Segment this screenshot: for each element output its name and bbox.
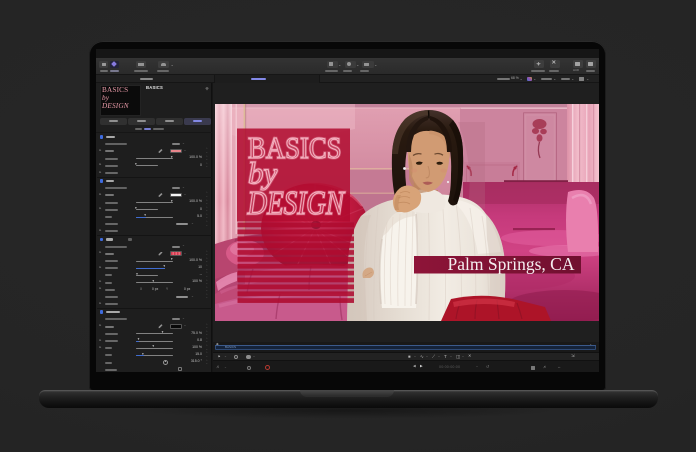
svg-text:Palm Springs, CA: Palm Springs, CA <box>448 254 575 274</box>
svg-text:DESIGN: DESIGN <box>247 185 346 222</box>
